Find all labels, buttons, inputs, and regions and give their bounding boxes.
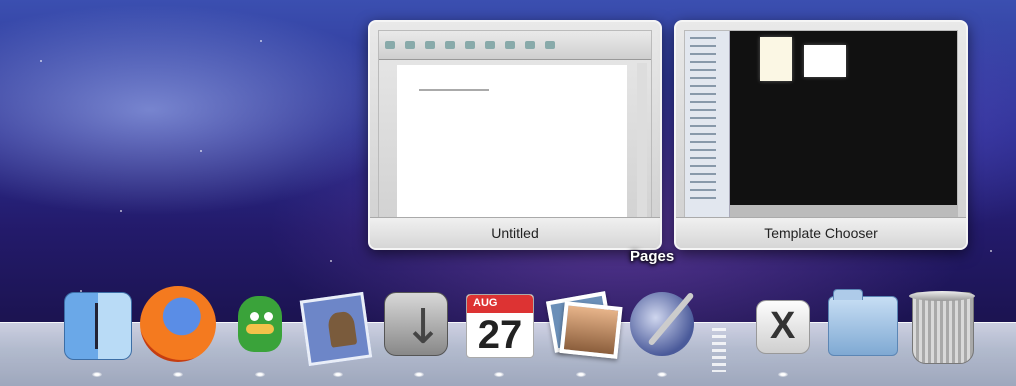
documents-folder-icon[interactable] (828, 289, 898, 356)
running-indicator (657, 372, 667, 377)
star (120, 210, 122, 212)
desktop: Untitled Template Chooser Pages AUG 27 (0, 0, 1016, 386)
firefox-icon[interactable] (140, 286, 216, 362)
template-card (804, 45, 846, 77)
dock-separator (712, 328, 726, 372)
window-thumbnail-template-chooser[interactable]: Template Chooser (674, 20, 968, 250)
document-preview (378, 30, 652, 218)
template-sidebar (685, 31, 730, 217)
scrollbar (637, 63, 647, 217)
trash-icon[interactable] (909, 291, 975, 364)
text-line (419, 89, 489, 91)
ical-icon[interactable]: AUG 27 (466, 294, 534, 358)
star (40, 60, 42, 62)
star (200, 150, 202, 152)
running-indicator (333, 372, 343, 377)
running-indicator (92, 372, 102, 377)
document-page (397, 65, 627, 217)
running-indicator (173, 372, 183, 377)
window-title: Untitled (370, 217, 660, 248)
template-bottom-bar (730, 205, 957, 217)
adium-icon[interactable] (224, 286, 296, 358)
template-chooser-preview (684, 30, 958, 218)
ical-month: AUG (473, 297, 498, 309)
star (330, 260, 332, 262)
pages-icon[interactable] (630, 292, 694, 356)
star (990, 250, 992, 252)
running-indicator (778, 372, 788, 377)
app-name-label: Pages (630, 248, 675, 265)
running-indicator (414, 372, 424, 377)
ical-day: 27 (477, 313, 523, 357)
finder-icon[interactable] (64, 292, 132, 360)
template-grid (730, 31, 957, 205)
window-thumbnail-untitled[interactable]: Untitled (368, 20, 662, 250)
iphoto-icon[interactable] (544, 286, 623, 359)
mail-icon[interactable] (299, 291, 373, 367)
running-indicator (576, 372, 586, 377)
star (260, 40, 262, 42)
x11-icon[interactable] (756, 300, 810, 354)
running-indicator (494, 372, 504, 377)
toolbar-preview (379, 31, 651, 60)
template-card (760, 37, 792, 81)
window-title: Template Chooser (676, 217, 966, 248)
running-indicator (255, 372, 265, 377)
time-machine-icon[interactable] (384, 292, 448, 356)
